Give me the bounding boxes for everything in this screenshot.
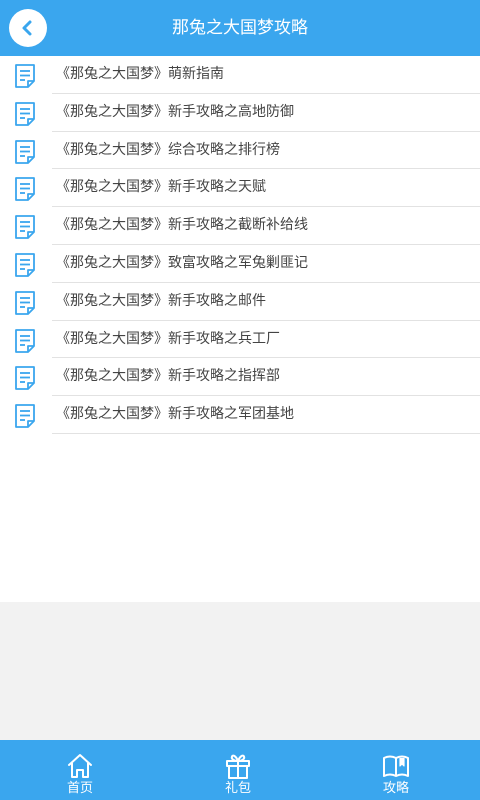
- list-item[interactable]: 《那兔之大国梦》新手攻略之指挥部: [0, 358, 480, 397]
- list-item[interactable]: 《那兔之大国梦》新手攻略之截断补给线: [0, 207, 480, 245]
- list-item[interactable]: 《那兔之大国梦》新手攻略之天赋: [0, 169, 480, 208]
- document-icon: [15, 215, 35, 240]
- chevron-left-icon: [22, 20, 32, 36]
- document-icon: [15, 177, 35, 202]
- list-item[interactable]: 《那兔之大国梦》新手攻略之军团基地: [0, 396, 480, 434]
- home-icon: [68, 754, 92, 778]
- document-icon: [15, 366, 35, 391]
- document-icon: [15, 139, 35, 164]
- list-item-label: 《那兔之大国梦》新手攻略之天赋: [56, 179, 266, 196]
- list-item-label: 《那兔之大国梦》新手攻略之高地防御: [56, 103, 294, 120]
- document-icon: [15, 253, 35, 277]
- divider: [52, 432, 480, 434]
- list-item-label: 《那兔之大国梦》新手攻略之截断补给线: [56, 217, 308, 234]
- list-item-label: 《那兔之大国梦》新手攻略之邮件: [56, 292, 266, 309]
- app-header: 那兔之大国梦攻略: [0, 0, 480, 56]
- document-icon: [15, 328, 35, 353]
- tab-guide-label: 攻略: [382, 781, 409, 796]
- list-item-label: 《那兔之大国梦》萌新指南: [56, 66, 224, 82]
- list-item-label: 《那兔之大国梦》新手攻略之军团基地: [56, 406, 294, 423]
- document-icon: [15, 290, 35, 315]
- list-item[interactable]: 《那兔之大国梦》综合攻略之排行榜: [0, 132, 480, 170]
- tab-gift-label: 礼包: [224, 781, 251, 796]
- tab-home[interactable]: 首页: [30, 740, 130, 800]
- list-item[interactable]: 《那兔之大国梦》致富攻略之军兔剿匪记: [0, 245, 480, 283]
- document-icon: [15, 404, 35, 429]
- guide-list: 《那兔之大国梦》萌新指南 《那兔之大国梦》新手攻略之高地防御 《那兔之大国梦》综…: [0, 56, 480, 602]
- list-item[interactable]: 《那兔之大国梦》新手攻略之高地防御: [0, 94, 480, 132]
- tab-home-label: 首页: [66, 781, 93, 796]
- list-item-label: 《那兔之大国梦》新手攻略之兵工厂: [56, 330, 280, 347]
- document-icon: [15, 64, 35, 88]
- document-icon: [15, 101, 35, 126]
- list-item-label: 《那兔之大国梦》新手攻略之指挥部: [56, 368, 280, 385]
- gift-icon: [226, 754, 250, 779]
- tab-gift[interactable]: 礼包: [188, 740, 288, 800]
- list-item[interactable]: 《那兔之大国梦》新手攻略之邮件: [0, 283, 480, 321]
- list-item[interactable]: 《那兔之大国梦》萌新指南: [0, 56, 480, 94]
- bottom-tab-bar: 首页 礼包 攻略: [0, 740, 480, 800]
- book-icon: [383, 755, 409, 777]
- page-title: 那兔之大国梦攻略: [172, 18, 308, 38]
- list-item-label: 《那兔之大国梦》综合攻略之排行榜: [56, 141, 280, 158]
- list-item[interactable]: 《那兔之大国梦》新手攻略之兵工厂: [0, 321, 480, 359]
- back-button[interactable]: [9, 9, 47, 47]
- tab-guide[interactable]: 攻略: [346, 740, 446, 800]
- list-item-label: 《那兔之大国梦》致富攻略之军兔剿匪记: [56, 254, 308, 271]
